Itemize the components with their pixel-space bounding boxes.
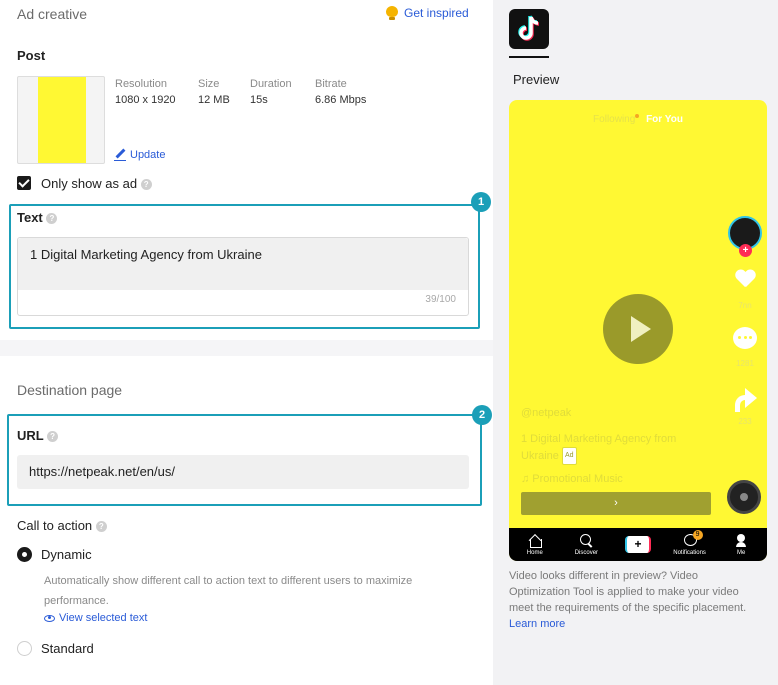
- get-inspired-label: Get inspired: [404, 6, 469, 20]
- update-button[interactable]: Update: [114, 149, 165, 161]
- nav-me[interactable]: Me: [716, 533, 766, 556]
- profile-icon: [733, 533, 749, 548]
- preview-title: Preview: [513, 72, 560, 87]
- destination-page-title: Destination page: [17, 382, 123, 398]
- dynamic-label: Dynamic: [41, 547, 92, 562]
- standard-radio[interactable]: [17, 641, 32, 656]
- meta-value: 1080 x 1920: [115, 94, 176, 106]
- tiktok-phone-preview: Following For You + 7nn 1281 233 @netpea…: [509, 100, 767, 561]
- preview-note-text: Video looks different in preview? Video …: [509, 570, 747, 614]
- thumbnail-frame: [38, 77, 86, 163]
- create-plus-icon: +: [624, 536, 651, 553]
- meta-value: 6.86 Mbps: [315, 94, 367, 106]
- dynamic-description: Automatically show different call to act…: [44, 575, 413, 607]
- dynamic-radio[interactable]: [17, 547, 32, 562]
- learn-more-link[interactable]: Learn more: [509, 618, 565, 630]
- text-field-label: Text ?: [17, 210, 58, 225]
- cta-button[interactable]: ›: [521, 492, 711, 515]
- tiktok-placement-tab[interactable]: [509, 9, 549, 49]
- comment-dot: [738, 336, 741, 339]
- preview-note: Video looks different in preview? Video …: [509, 568, 759, 632]
- meta-resolution: Resolution 1080 x 1920: [115, 78, 176, 106]
- tab-following: Following: [593, 114, 636, 125]
- account-handle: @netpeak: [521, 407, 572, 419]
- only-show-as-ad-checkbox[interactable]: [17, 176, 31, 190]
- help-icon[interactable]: ?: [95, 521, 107, 533]
- step-badge-2: 2: [472, 405, 492, 425]
- view-selected-text-label: View selected text: [59, 612, 148, 624]
- home-icon: [527, 534, 543, 548]
- help-icon[interactable]: ?: [140, 179, 152, 191]
- meta-value: 12 MB: [198, 94, 230, 106]
- nav-discover-label: Discover: [574, 549, 599, 556]
- tiktok-logo-icon: [518, 15, 540, 41]
- standard-label: Standard: [41, 641, 94, 656]
- comment-dot: [743, 336, 747, 339]
- ad-tag: Ad: [561, 447, 577, 465]
- active-tab-indicator: [509, 56, 549, 58]
- caption-text: 1 Digital Marketing Agency from Ukraine: [521, 433, 677, 462]
- nav-home-label: Home: [526, 549, 543, 556]
- char-counter: 39/100: [425, 294, 456, 305]
- like-count: 7nn: [738, 301, 752, 310]
- nav-create[interactable]: +: [613, 536, 663, 553]
- only-show-as-ad-label: Only show as ad ?: [41, 176, 152, 191]
- meta-bitrate: Bitrate 6.86 Mbps: [315, 78, 366, 106]
- help-icon[interactable]: ?: [47, 431, 59, 443]
- share-icon: [733, 388, 757, 412]
- nav-me-label: Me: [737, 549, 746, 556]
- section-divider: [0, 340, 493, 356]
- video-caption: 1 Digital Marketing Agency from Ukraine …: [521, 431, 701, 465]
- live-dot: [635, 114, 639, 118]
- ad-creative-panel: Ad creative Get inspired Post Resolution…: [0, 0, 493, 685]
- post-label: Post: [17, 48, 46, 63]
- url-input[interactable]: https://netpeak.net/en/us/: [17, 455, 469, 489]
- lightbulb-icon: [386, 6, 398, 20]
- view-selected-text-link[interactable]: View selected text: [44, 612, 147, 624]
- step-badge-1: 1: [471, 192, 491, 212]
- cta-label-row: Call to action ?: [17, 518, 107, 533]
- pencil-icon: [114, 149, 126, 161]
- play-icon[interactable]: [603, 294, 673, 364]
- help-icon[interactable]: ?: [46, 213, 58, 225]
- only-show-as-ad-text: Only show as ad: [41, 176, 138, 191]
- meta-size: Size 12 MB: [198, 78, 230, 106]
- music-label: ♫ Promotional Music: [521, 473, 623, 485]
- comment-count: 1281: [736, 359, 754, 368]
- music-disc-icon: [727, 480, 761, 514]
- call-to-action-label: Call to action: [17, 518, 93, 533]
- comment-icon: [733, 327, 757, 349]
- ad-text-textarea[interactable]: 1 Digital Marketing Agency from Ukraine …: [17, 237, 469, 316]
- nav-notifications[interactable]: 9 Notifications: [665, 529, 715, 556]
- meta-duration: Duration 15s: [250, 78, 292, 106]
- ad-creative-title: Ad creative: [17, 6, 88, 22]
- meta-key: Size: [198, 78, 220, 90]
- follow-plus-icon: +: [739, 244, 752, 257]
- meta-key: Resolution: [115, 78, 167, 90]
- update-label: Update: [130, 149, 166, 161]
- text-label: Text: [17, 210, 43, 225]
- heart-icon: [735, 270, 755, 288]
- search-icon: [578, 533, 594, 548]
- bottom-nav: Home Discover + 9 Notifications Me: [509, 528, 767, 561]
- video-thumbnail[interactable]: [17, 76, 105, 164]
- get-inspired-link[interactable]: Get inspired: [386, 6, 469, 20]
- notification-badge: 9: [692, 529, 703, 540]
- nav-home[interactable]: Home: [510, 534, 560, 556]
- url-field-label: URL ?: [17, 428, 59, 443]
- meta-value: 15s: [250, 94, 268, 106]
- nav-discover[interactable]: Discover: [561, 533, 611, 556]
- nav-notifications-label: Notifications: [673, 549, 706, 556]
- meta-key: Bitrate: [315, 78, 347, 90]
- tab-for-you: For You: [646, 114, 683, 125]
- ad-text-value: 1 Digital Marketing Agency from Ukraine: [18, 238, 468, 290]
- eye-icon: [44, 614, 55, 622]
- url-label: URL: [17, 428, 44, 443]
- comment-dot: [749, 336, 752, 339]
- share-count: 233: [738, 417, 752, 426]
- meta-key: Duration: [250, 78, 292, 90]
